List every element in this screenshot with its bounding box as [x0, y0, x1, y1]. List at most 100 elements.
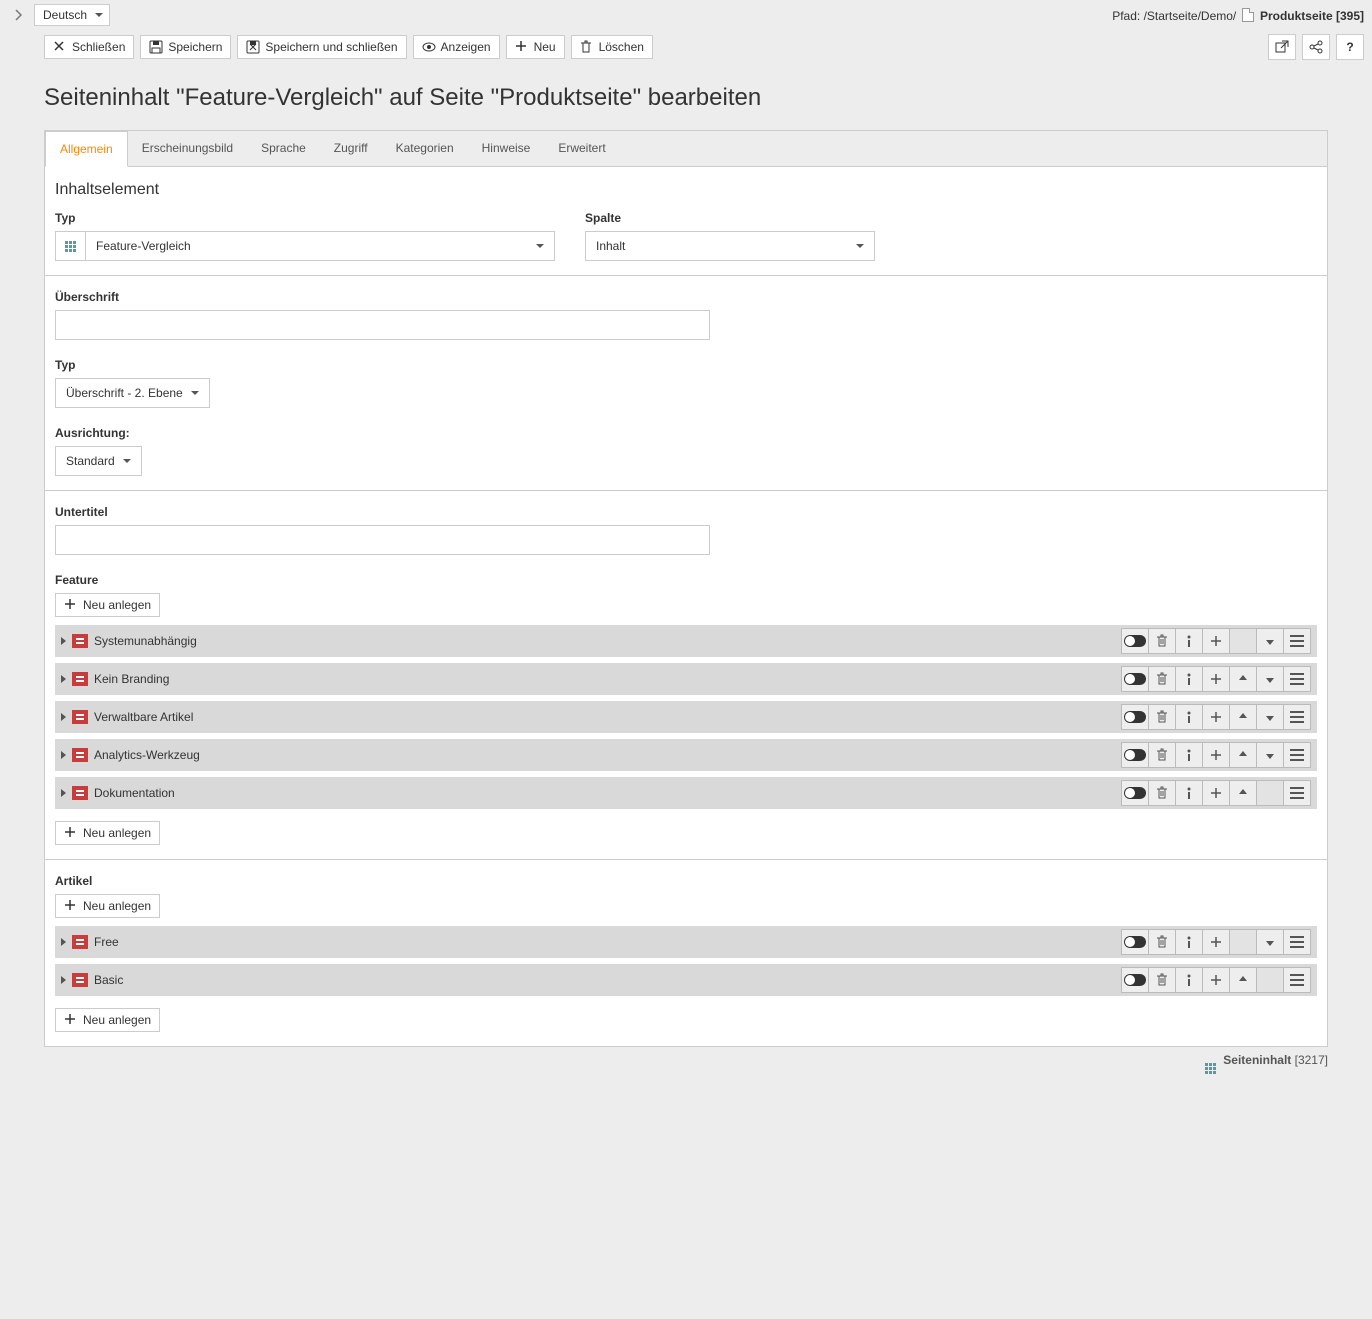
record-icon: [72, 672, 88, 686]
tab-notes[interactable]: Hinweise: [468, 131, 545, 166]
add-record-button[interactable]: [1202, 742, 1230, 768]
toggle-visibility-button[interactable]: [1121, 780, 1149, 806]
record-title: Systemunabhängig: [94, 634, 1122, 648]
move-down-button[interactable]: [1256, 628, 1284, 654]
delete-record-button[interactable]: [1148, 704, 1176, 730]
toggle-icon: [1124, 749, 1146, 761]
move-up-button[interactable]: [1229, 967, 1257, 993]
add-record-button[interactable]: [1202, 704, 1230, 730]
toggle-visibility-button[interactable]: [1121, 742, 1149, 768]
article-new-top-button[interactable]: Neu anlegen: [55, 894, 160, 918]
save-close-button[interactable]: Speichern und schließen: [237, 35, 406, 59]
save-button[interactable]: Speichern: [140, 35, 231, 59]
toggle-visibility-button[interactable]: [1121, 666, 1149, 692]
save-close-label: Speichern und schließen: [265, 40, 397, 54]
drag-handle[interactable]: [1283, 967, 1311, 993]
move-down-button[interactable]: [1256, 742, 1284, 768]
expand-icon[interactable]: [61, 789, 66, 797]
add-record-button[interactable]: [1202, 780, 1230, 806]
move-down-button[interactable]: [1256, 929, 1284, 955]
plus-icon: [64, 899, 78, 913]
share-button[interactable]: [1302, 34, 1330, 60]
expand-icon[interactable]: [61, 938, 66, 946]
feature-row: Systemunabhängig: [55, 625, 1317, 657]
feature-row: Verwaltbare Artikel: [55, 701, 1317, 733]
headline-input[interactable]: [55, 310, 710, 340]
expand-icon[interactable]: [61, 675, 66, 683]
tab-extended[interactable]: Erweitert: [544, 131, 619, 166]
expand-panel-button[interactable]: [8, 5, 28, 25]
expand-icon[interactable]: [61, 713, 66, 721]
delete-record-button[interactable]: [1148, 628, 1176, 654]
delete-record-button[interactable]: [1148, 929, 1176, 955]
info-button[interactable]: [1175, 628, 1203, 654]
path-text: /Startseite/Demo/: [1144, 9, 1237, 23]
close-button[interactable]: Schließen: [44, 35, 134, 59]
tab-language[interactable]: Sprache: [247, 131, 320, 166]
toggle-visibility-button[interactable]: [1121, 967, 1149, 993]
headline-type-select[interactable]: Überschrift - 2. Ebene: [55, 378, 210, 408]
move-up-button[interactable]: [1229, 780, 1257, 806]
info-button[interactable]: [1175, 780, 1203, 806]
delete-record-button[interactable]: [1148, 780, 1176, 806]
content-type-select[interactable]: Feature-Vergleich: [55, 231, 555, 261]
tabs: Allgemein Erscheinungsbild Sprache Zugri…: [45, 131, 1327, 167]
expand-icon[interactable]: [61, 751, 66, 759]
record-icon: [72, 786, 88, 800]
eye-icon: [422, 40, 436, 54]
toggle-visibility-button[interactable]: [1121, 929, 1149, 955]
info-button[interactable]: [1175, 967, 1203, 993]
plus-icon: [64, 826, 78, 840]
column-value: Inhalt: [586, 232, 874, 260]
language-select[interactable]: Deutsch: [34, 4, 110, 26]
drag-handle[interactable]: [1283, 780, 1311, 806]
drag-handle[interactable]: [1283, 929, 1311, 955]
move-up-button[interactable]: [1229, 704, 1257, 730]
alignment-select[interactable]: Standard: [55, 446, 142, 476]
open-new-window-button[interactable]: [1268, 34, 1296, 60]
toggle-icon: [1124, 673, 1146, 685]
move-up-button[interactable]: [1229, 666, 1257, 692]
info-button[interactable]: [1175, 742, 1203, 768]
drag-handle[interactable]: [1283, 742, 1311, 768]
article-list: FreeBasic: [55, 926, 1317, 996]
tab-categories[interactable]: Kategorien: [382, 131, 468, 166]
help-button[interactable]: ?: [1336, 34, 1364, 60]
info-button[interactable]: [1175, 704, 1203, 730]
info-button[interactable]: [1175, 666, 1203, 692]
tab-access[interactable]: Zugriff: [320, 131, 382, 166]
add-record-button[interactable]: [1202, 929, 1230, 955]
drag-handle[interactable]: [1283, 666, 1311, 692]
add-record-button[interactable]: [1202, 967, 1230, 993]
article-new-bottom-button[interactable]: Neu anlegen: [55, 1008, 160, 1032]
expand-icon[interactable]: [61, 976, 66, 984]
tab-general[interactable]: Allgemein: [45, 131, 128, 167]
move-down-button[interactable]: [1256, 666, 1284, 692]
column-select[interactable]: Inhalt: [585, 231, 875, 261]
expand-icon[interactable]: [61, 637, 66, 645]
feature-new-top-button[interactable]: Neu anlegen: [55, 593, 160, 617]
toggle-visibility-button[interactable]: [1121, 628, 1149, 654]
drag-handle[interactable]: [1283, 704, 1311, 730]
toggle-icon: [1124, 974, 1146, 986]
delete-record-button[interactable]: [1148, 967, 1176, 993]
add-record-button[interactable]: [1202, 666, 1230, 692]
feature-new-bottom-button[interactable]: Neu anlegen: [55, 821, 160, 845]
move-up-button[interactable]: [1229, 742, 1257, 768]
plus-icon: [515, 40, 529, 54]
delete-record-button[interactable]: [1148, 742, 1176, 768]
move-down-button[interactable]: [1256, 704, 1284, 730]
delete-label: Löschen: [599, 40, 644, 54]
add-record-button[interactable]: [1202, 628, 1230, 654]
content-icon: [1205, 1063, 1216, 1074]
delete-record-button[interactable]: [1148, 666, 1176, 692]
delete-button[interactable]: Löschen: [571, 35, 653, 59]
tab-appearance[interactable]: Erscheinungsbild: [128, 131, 247, 166]
article-new-label: Neu anlegen: [83, 1013, 151, 1027]
toggle-visibility-button[interactable]: [1121, 704, 1149, 730]
info-button[interactable]: [1175, 929, 1203, 955]
new-button[interactable]: Neu: [506, 35, 565, 59]
view-button[interactable]: Anzeigen: [413, 35, 500, 59]
subtitle-input[interactable]: [55, 525, 710, 555]
drag-handle[interactable]: [1283, 628, 1311, 654]
